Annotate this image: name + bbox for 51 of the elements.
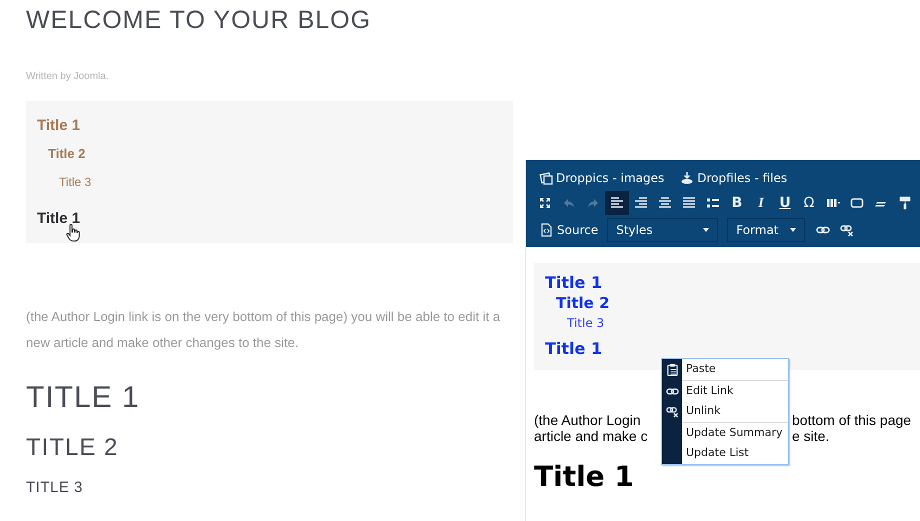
plugin-button[interactable]: Dropfiles - files bbox=[680, 169, 788, 187]
toc-link[interactable]: Title 2 bbox=[556, 294, 610, 312]
dropdown[interactable]: Format bbox=[727, 218, 806, 242]
unlink-icon bbox=[666, 405, 678, 418]
menu-item[interactable]: Unlink bbox=[682, 401, 788, 422]
redo-icon bbox=[586, 196, 600, 210]
align-right-icon bbox=[634, 196, 648, 210]
bullet-list-icon bbox=[706, 196, 720, 210]
heading: TITLE 1 bbox=[26, 381, 140, 414]
menu-item[interactable]: Edit Link bbox=[682, 380, 788, 401]
heading: Title 1 bbox=[534, 460, 634, 493]
heading: TITLE 3 bbox=[26, 479, 83, 496]
toolbar-button[interactable]: U bbox=[773, 191, 797, 215]
unlink-button[interactable] bbox=[840, 223, 854, 237]
rounded-rectangle-icon bbox=[850, 196, 864, 210]
toc-link[interactable]: Title 1 bbox=[37, 210, 80, 227]
caret-icon bbox=[790, 228, 796, 232]
fullscreen-icon bbox=[538, 196, 552, 210]
caret-icon bbox=[703, 228, 710, 232]
paragraph-text: bottom of this page bbox=[792, 412, 912, 428]
menu-item[interactable]: Update Summary bbox=[682, 422, 788, 443]
photos-icon bbox=[539, 171, 553, 185]
plugin-button[interactable]: Droppics - images bbox=[539, 169, 664, 187]
heading: TITLE 2 bbox=[26, 434, 118, 461]
document-code-icon bbox=[539, 223, 553, 237]
paragraph-text: (the Author Login bbox=[534, 412, 641, 428]
align-left-icon bbox=[610, 196, 624, 210]
clipboard-icon bbox=[666, 363, 678, 376]
unlink-icon bbox=[840, 223, 854, 237]
paragraph-text: e site. bbox=[792, 428, 830, 444]
download-tray-icon bbox=[680, 171, 694, 185]
paragraph-line: new article and make other changes to the site. bbox=[26, 335, 298, 350]
byline: Written by Joomla. bbox=[26, 70, 110, 84]
toolbar-button[interactable]: Ω bbox=[797, 191, 821, 215]
source-button[interactable]: Source bbox=[539, 221, 598, 239]
columns-icon bbox=[826, 196, 840, 210]
paragraph-text: article and make c bbox=[534, 428, 648, 444]
menu-item[interactable]: Paste bbox=[682, 359, 788, 380]
toolbar-button[interactable]: I bbox=[749, 191, 773, 215]
dropdown[interactable]: Styles bbox=[607, 218, 718, 242]
toc-link[interactable]: Title 3 bbox=[567, 316, 604, 330]
paragraph-line: (the Author Login link is on the very bottom of this page) you will be able to edit it a bbox=[26, 309, 500, 324]
blog-title: WELCOME TO YOUR BLOG bbox=[26, 5, 372, 35]
menu-item[interactable]: Update List bbox=[682, 443, 788, 464]
align-center-icon bbox=[658, 196, 672, 210]
toc-link[interactable]: Title 1 bbox=[545, 273, 602, 292]
justify-icon bbox=[682, 196, 696, 210]
toolbar-button[interactable]: B bbox=[725, 191, 749, 215]
toc-link[interactable]: Title 1 bbox=[545, 339, 602, 358]
paint-roller-icon bbox=[898, 196, 912, 210]
toolbar-button[interactable] bbox=[605, 191, 629, 215]
